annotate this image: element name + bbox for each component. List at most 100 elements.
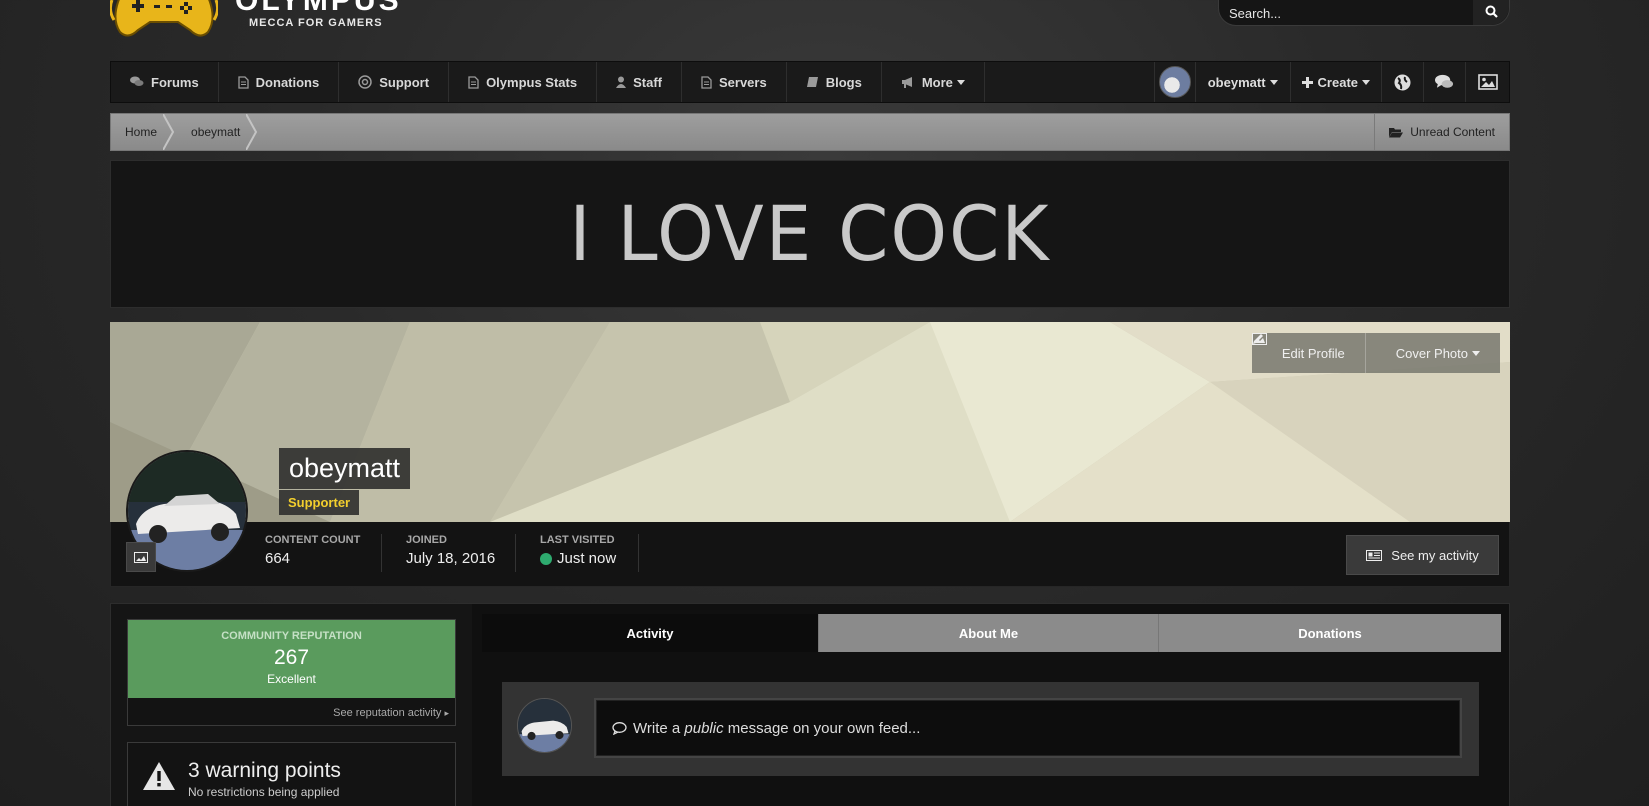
comments-icon — [130, 76, 144, 88]
warning-points: 3 warning points — [188, 759, 341, 782]
stat-content-count: CONTENT COUNT 664 — [265, 534, 360, 572]
speech-bubble-icon — [612, 721, 627, 735]
reputation-value: 267 — [273, 646, 310, 669]
nav-item-servers[interactable]: Servers — [682, 62, 787, 102]
nav-label: Blogs — [825, 74, 862, 90]
search-button[interactable] — [1473, 0, 1509, 25]
nav-label: More — [921, 74, 953, 90]
gamepad-logo-icon[interactable] — [108, 0, 220, 46]
messages-button[interactable] — [1423, 62, 1465, 102]
cover-photo-button[interactable]: Cover Photo — [1251, 333, 1500, 373]
tab-activity[interactable]: Activity — [482, 614, 819, 652]
unread-content-link[interactable]: Unread Content — [1374, 114, 1509, 150]
breadcrumb: Home obeymatt Unread Content — [110, 113, 1510, 151]
nav-item-staff[interactable]: Staff — [597, 62, 682, 102]
stat-divider — [381, 534, 382, 572]
user-icon — [616, 76, 627, 88]
change-photo-button[interactable] — [126, 542, 156, 572]
lifebuoy-icon — [358, 75, 372, 89]
reputation-panel: COMMUNITY REPUTATION 267 Excellent — [128, 620, 455, 698]
user-menu-label: obeymatt — [1207, 74, 1266, 90]
reputation-level: Excellent — [267, 672, 316, 686]
logo-subtitle: MECCA FOR GAMERS — [249, 17, 383, 29]
user-avatar-button[interactable] — [1153, 62, 1195, 102]
document-icon — [468, 75, 479, 89]
reputation-label: COMMUNITY REPUTATION — [221, 630, 362, 642]
stat-value: July 18, 2016 — [406, 550, 495, 567]
profile-tabs: Activity About Me Donations — [482, 614, 1501, 652]
user-bar: obeymatt Create — [1153, 62, 1509, 102]
stat-divider — [515, 534, 516, 572]
create-menu[interactable]: Create — [1289, 62, 1381, 102]
tab-donations[interactable]: Donations — [1159, 614, 1501, 652]
breadcrumb-label: obeymatt — [191, 125, 241, 139]
avatar — [1158, 66, 1191, 98]
nav-item-more[interactable]: More — [882, 62, 985, 102]
chevron-down-icon — [1472, 350, 1480, 356]
nav-item-blogs[interactable]: Blogs — [787, 62, 882, 102]
stat-value-text: Just now — [557, 550, 617, 567]
nav-label: Donations — [255, 74, 320, 90]
notifications-button[interactable] — [1381, 62, 1423, 102]
gallery-button[interactable] — [1465, 62, 1509, 102]
stat-value: 664 — [265, 550, 360, 567]
cover-actions: Edit Profile Cover Photo — [1251, 333, 1500, 373]
nav-item-support[interactable]: Support — [339, 62, 450, 102]
document-icon — [701, 75, 712, 89]
breadcrumb-label: Home — [125, 125, 158, 139]
stat-joined: JOINED July 18, 2016 — [406, 534, 495, 572]
image-icon — [134, 551, 148, 563]
stat-label: LAST VISITED — [540, 534, 615, 546]
breadcrumb-home[interactable]: Home — [111, 114, 177, 150]
chevron-down-icon — [956, 79, 965, 85]
stat-value-text: 664 — [265, 550, 291, 567]
image-icon — [1477, 74, 1498, 90]
book-icon — [806, 76, 819, 88]
warning-status: No restrictions being applied — [188, 785, 340, 799]
edit-profile-label: Edit Profile — [1281, 345, 1345, 361]
status-message-input[interactable]: Write a public message on your own feed.… — [594, 698, 1462, 758]
placeholder-text: Write a — [633, 719, 681, 737]
nav-item-olympus-stats[interactable]: Olympus Stats — [449, 62, 598, 102]
warning-icon — [142, 761, 176, 796]
composer-placeholder: Write a public message on your own feed.… — [633, 720, 920, 737]
profile-banner: I LOVE COCK — [110, 160, 1510, 308]
search-icon — [1485, 5, 1498, 18]
user-menu[interactable]: obeymatt — [1194, 62, 1290, 102]
search-box — [1218, 0, 1510, 26]
see-activity-label: See my activity — [1391, 547, 1479, 563]
cover-photo-label: Cover Photo — [1395, 345, 1468, 361]
nav-label: Forums — [151, 74, 199, 90]
avatar — [517, 698, 572, 753]
search-input[interactable] — [1219, 0, 1469, 25]
main-nav: Forums Donations Support Olympus Stats S… — [110, 61, 1510, 103]
stat-label: JOINED — [406, 534, 447, 546]
chevron-down-icon — [1269, 79, 1278, 85]
warnings-box: 3 warning points No restrictions being a… — [127, 742, 456, 806]
unread-content-label: Unread Content — [1410, 125, 1495, 139]
placeholder-text: message on your own feed... — [727, 719, 921, 737]
edit-profile-button[interactable]: Edit Profile — [1251, 333, 1366, 373]
see-activity-button[interactable]: See my activity — [1346, 535, 1499, 575]
reputation-link-label: See reputation activity — [333, 707, 442, 719]
plus-icon — [1301, 76, 1313, 88]
globe-icon — [1394, 74, 1411, 90]
chevron-down-icon — [1362, 79, 1370, 85]
profile-username: obeymatt — [279, 448, 411, 489]
tab-label: About Me — [958, 625, 1019, 641]
site-header: OLYMPUS MECCA FOR GAMERS — [108, 0, 1510, 56]
banner-text: I LOVE COCK — [569, 189, 1051, 279]
nav-label: Staff — [633, 74, 662, 90]
nav-item-donations[interactable]: Donations — [219, 62, 340, 102]
megaphone-icon — [901, 76, 915, 88]
breadcrumb-profile[interactable]: obeymatt — [177, 114, 254, 150]
tab-about-me[interactable]: About Me — [819, 614, 1159, 652]
chevron-right-icon: ▸ — [444, 708, 449, 718]
tab-label: Activity — [626, 625, 674, 641]
nav-label: Servers — [718, 74, 767, 90]
nav-item-forums[interactable]: Forums — [111, 62, 219, 102]
reputation-activity-link[interactable]: See reputation activity ▸ — [128, 698, 455, 719]
nav-label: Support — [379, 74, 430, 90]
logo-title[interactable]: OLYMPUS — [235, 0, 402, 16]
nav-label: Olympus Stats — [486, 74, 578, 90]
